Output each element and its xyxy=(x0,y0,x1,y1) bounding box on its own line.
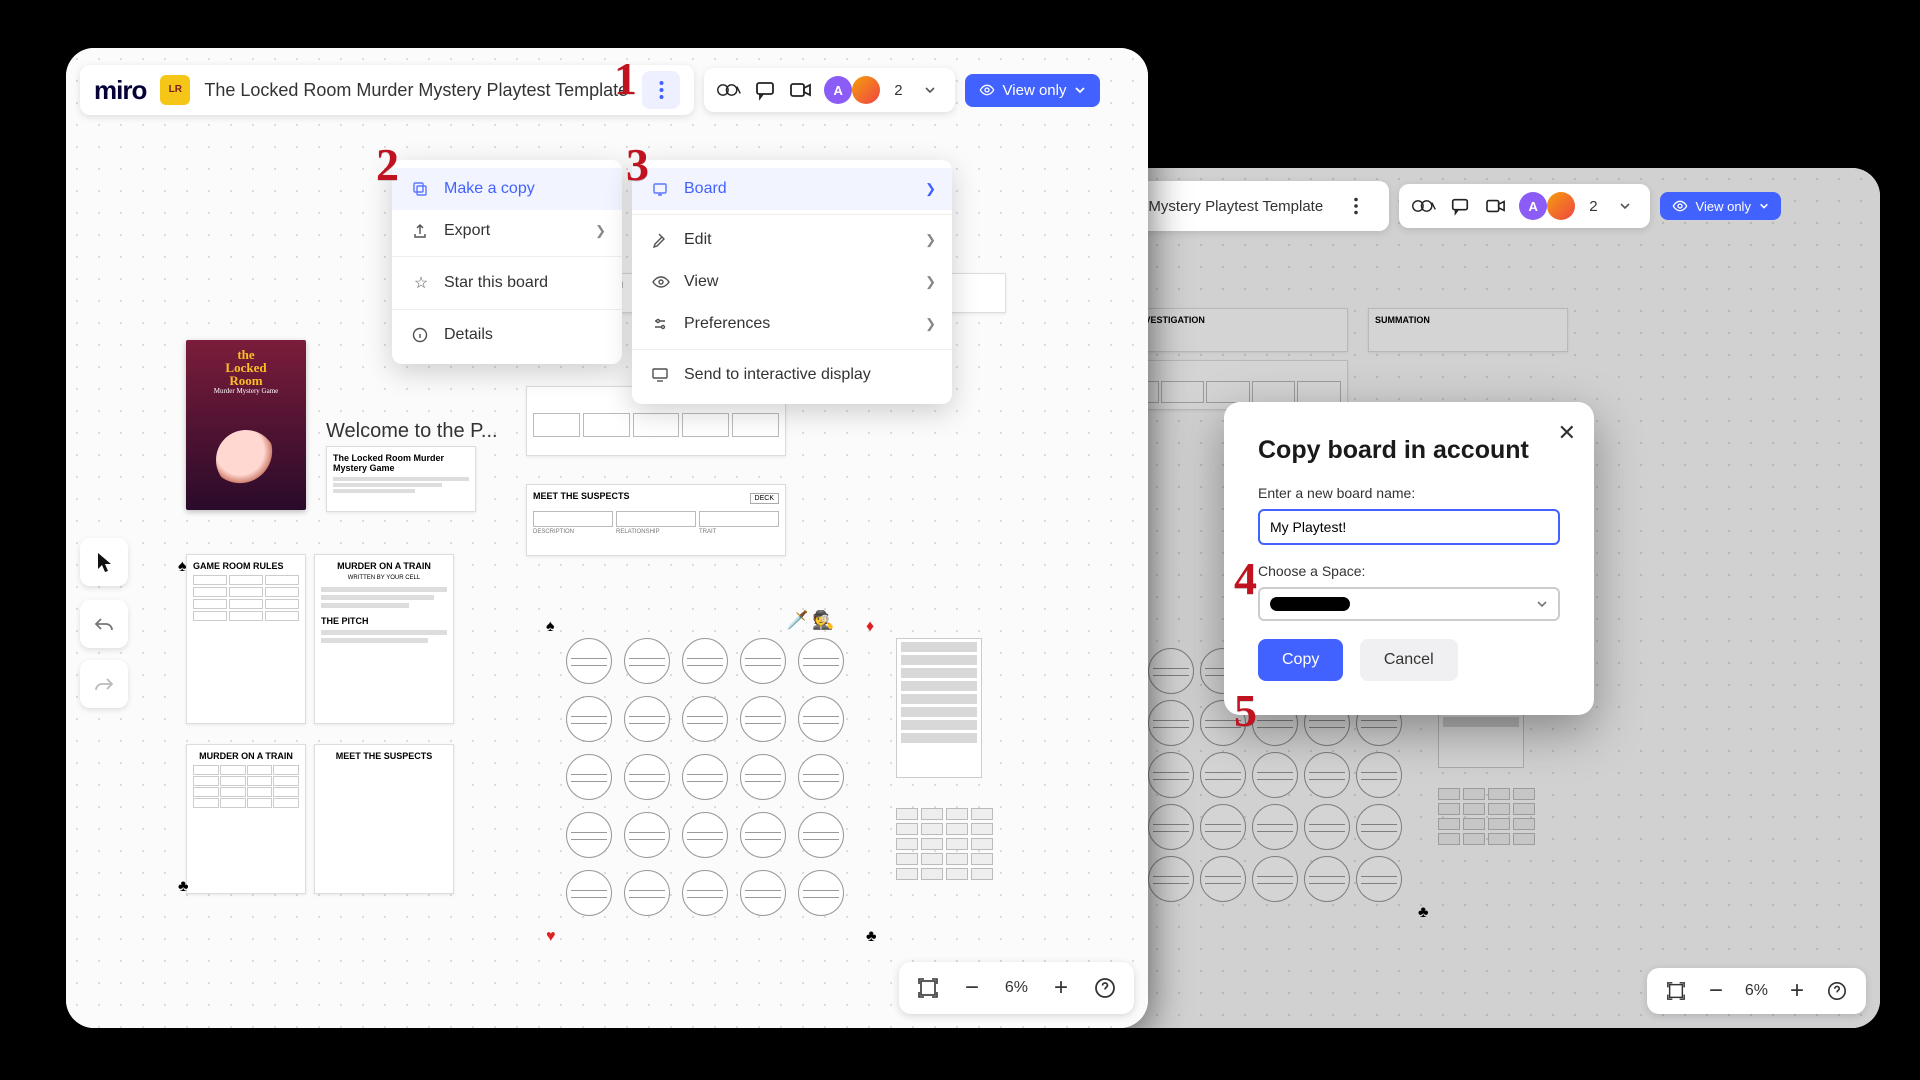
ref-card-1[interactable] xyxy=(896,638,982,778)
avatar-1b[interactable]: A xyxy=(1519,192,1547,220)
help-icon[interactable] xyxy=(1094,977,1116,999)
display-icon xyxy=(652,368,670,382)
welcome-frame-label: Welcome to the P... xyxy=(326,420,498,443)
doc-murder-train[interactable]: MURDER ON A TRAIN WRITTEN BY YOUR CELL T… xyxy=(314,554,454,724)
fit-icon-2[interactable] xyxy=(1665,980,1687,1002)
undo-button[interactable] xyxy=(80,600,128,648)
chevron-down-icon xyxy=(1536,598,1548,610)
token-grid[interactable] xyxy=(566,638,844,916)
zoom-in-2[interactable]: + xyxy=(1786,980,1808,1002)
board-title-chip[interactable]: miro LR The Locked Room Murder Mystery P… xyxy=(80,65,694,115)
submenu-board[interactable]: Board ❯ xyxy=(632,168,952,210)
doc-suspects-sheet[interactable]: MEET THE SUSPECTS xyxy=(314,744,454,894)
participants-chevron-icon[interactable] xyxy=(917,77,943,103)
submenu-send-display[interactable]: Send to interactive display xyxy=(632,354,952,396)
suit-spade2-icon: ♠ xyxy=(178,558,187,576)
menu-export[interactable]: Export ❯ xyxy=(392,210,622,252)
collab-tools: A 2 xyxy=(704,68,954,112)
chevron-right-icon: ❯ xyxy=(925,274,936,290)
board-icon xyxy=(652,181,670,197)
view-only-button[interactable]: View only xyxy=(965,74,1101,107)
miro-logo[interactable]: miro xyxy=(94,75,146,106)
view-only-button-2[interactable]: View only xyxy=(1660,192,1781,220)
zoom-in-button[interactable]: + xyxy=(1050,977,1072,999)
participant-count[interactable]: 2 xyxy=(890,82,906,99)
comments-icon-2[interactable] xyxy=(1447,193,1473,219)
board-name-input[interactable] xyxy=(1258,509,1560,545)
space-label: Choose a Space: xyxy=(1258,563,1560,579)
star-icon: ☆ xyxy=(412,273,430,293)
preferences-icon xyxy=(652,316,670,332)
menu-make-copy[interactable]: Make a copy xyxy=(392,168,622,210)
suit-spade-icon: ♠ xyxy=(546,618,555,636)
board-icon: LR xyxy=(160,75,190,105)
space-value-redacted xyxy=(1270,597,1350,611)
topbar: miro LR The Locked Room Murder Mystery P… xyxy=(80,62,1134,118)
chip-grid[interactable] xyxy=(896,808,993,880)
submenu-preferences[interactable]: Preferences ❯ xyxy=(632,303,952,345)
chevron-right-icon: ❯ xyxy=(925,316,936,332)
copy-icon xyxy=(412,181,430,197)
board-name-label: Enter a new board name: xyxy=(1258,485,1560,501)
avatar-2[interactable] xyxy=(852,76,880,104)
emoji-dagger-icon: 🗡️ xyxy=(786,610,808,631)
board-menu-button[interactable] xyxy=(642,71,680,109)
cursor-tool[interactable] xyxy=(80,538,128,586)
chevron-right-icon: ❯ xyxy=(595,223,606,239)
board-submenu: Board ❯ Edit ❯ View ❯ Preferences ❯ xyxy=(632,160,952,404)
chevron-right-icon: ❯ xyxy=(925,232,936,248)
suit-club-icon: ♣ xyxy=(866,928,877,946)
intro-card[interactable]: The Locked Room Murder Mystery Game xyxy=(326,446,476,512)
dialog-title: Copy board in account xyxy=(1258,436,1560,465)
video-icon[interactable] xyxy=(788,77,814,103)
edit-icon xyxy=(652,232,670,248)
cancel-button[interactable]: Cancel xyxy=(1360,639,1458,681)
export-icon xyxy=(412,223,430,239)
doc-murder-train-table[interactable]: MURDER ON A TRAIN xyxy=(186,744,306,894)
emoji-detective-icon: 🕵️ xyxy=(812,610,834,631)
menu-details[interactable]: Details xyxy=(392,314,622,356)
avatar-2b[interactable] xyxy=(1547,192,1575,220)
help-icon-2[interactable] xyxy=(1826,980,1848,1002)
zoom-out-button[interactable]: − xyxy=(961,977,983,999)
board-poster[interactable]: theLockedRoom Murder Mystery Game xyxy=(186,340,306,510)
zoom-toolbar: − 6% + xyxy=(899,962,1134,1014)
view-only-label: View only xyxy=(1003,82,1067,99)
menu-star[interactable]: ☆ Star this board xyxy=(392,261,622,305)
suit-heart-icon: ♥ xyxy=(546,928,556,946)
space-select[interactable] xyxy=(1258,587,1560,621)
dialog-close-button[interactable]: ✕ xyxy=(1558,420,1576,446)
zoom-percent[interactable]: 6% xyxy=(1005,979,1028,997)
redo-button[interactable] xyxy=(80,660,128,708)
chevron-right-icon: ❯ xyxy=(925,181,936,197)
info-icon xyxy=(412,327,430,343)
submenu-view[interactable]: View ❯ xyxy=(632,261,952,303)
view-icon xyxy=(652,275,670,289)
suit-diamond-icon: ♦ xyxy=(866,618,874,636)
reactions-icon[interactable] xyxy=(716,77,742,103)
fit-icon[interactable] xyxy=(917,977,939,999)
reactions-icon-2[interactable] xyxy=(1411,193,1437,219)
avatar-1[interactable]: A xyxy=(824,76,852,104)
zoom-toolbar-2: − 6% + xyxy=(1647,968,1866,1014)
suit-club3-icon: ♣ xyxy=(1418,904,1429,922)
zoom-out-2[interactable]: − xyxy=(1705,980,1727,1002)
copy-button[interactable]: Copy xyxy=(1258,639,1343,681)
board-actions-menu: Make a copy Export ❯ ☆ Star this board D… xyxy=(392,160,622,364)
doc-rules[interactable]: GAME ROOM RULES xyxy=(186,554,306,724)
frame-summation-2: SUMMATION xyxy=(1368,308,1568,352)
video-icon-2[interactable] xyxy=(1483,193,1509,219)
comments-icon[interactable] xyxy=(752,77,778,103)
copy-board-dialog: ✕ Copy board in account Enter a new boar… xyxy=(1224,402,1594,715)
suit-club2-icon: ♣ xyxy=(178,878,189,896)
miro-window-menus: theLockedRoom Murder Mystery Game Welcom… xyxy=(66,48,1148,1028)
board-title[interactable]: The Locked Room Murder Mystery Playtest … xyxy=(204,80,628,101)
frame-suspects[interactable]: MEET THE SUSPECTS DECK DESCRIPTION RELAT… xyxy=(526,484,786,556)
board-menu-button-2[interactable] xyxy=(1337,187,1375,225)
submenu-edit[interactable]: Edit ❯ xyxy=(632,219,952,261)
